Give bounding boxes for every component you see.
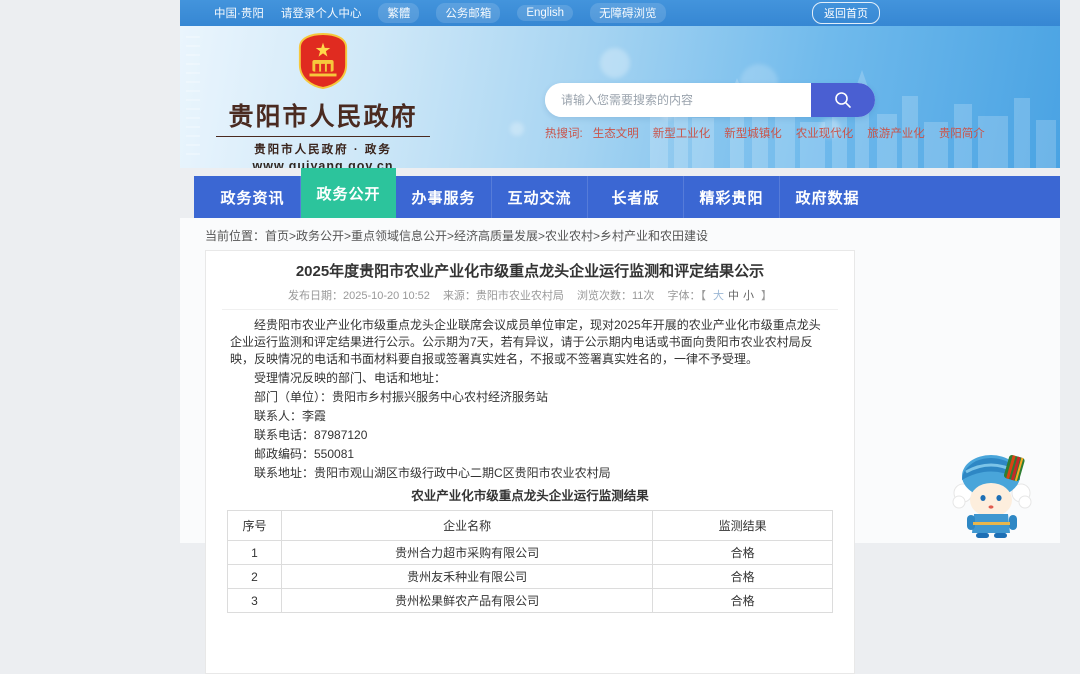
font-size-small-button[interactable]: 小 bbox=[743, 290, 754, 302]
article-body: 经贵阳市农业产业化市级重点龙头企业联席会议成员单位审定，现对2025年开展的农业… bbox=[206, 310, 854, 482]
results-table: 序号 企业名称 监测结果 1 贵州合力超市采购有限公司 合格 2 贵州友禾种业有… bbox=[227, 510, 833, 613]
contact-postcode: 邮政编码：550081 bbox=[254, 447, 355, 461]
contact-department: 部门（单位）：贵阳市乡村振兴服务中心农村经济服务站 bbox=[254, 390, 549, 404]
hot-words-label: 热搜词: bbox=[545, 128, 583, 140]
nav-tab-senior[interactable]: 长者版 bbox=[588, 176, 684, 218]
site-subtitle: 贵阳市人民政府 · 政务 bbox=[216, 136, 430, 157]
hot-word-link[interactable]: 贵阳简介 bbox=[939, 125, 985, 141]
hot-word-link[interactable]: 新型城镇化 bbox=[724, 125, 782, 141]
contact-address: 联系地址：贵阳市观山湖区市级行政中心二期C区贵阳市农业农村局 bbox=[254, 466, 611, 480]
article-paragraph: 受理情况反映的部门、电话和地址： bbox=[254, 371, 447, 385]
breadcrumb-label: 当前位置： bbox=[205, 229, 266, 243]
article-title: 2025年度贵阳市农业产业化市级重点龙头企业运行监测和评定结果公示 bbox=[295, 263, 765, 280]
hot-word-link[interactable]: 农业现代化 bbox=[796, 125, 854, 141]
results-table-title: 农业产业化市级重点龙头企业运行监测结果 bbox=[411, 489, 649, 503]
nav-tab-services[interactable]: 办事服务 bbox=[396, 176, 492, 218]
font-size-medium-button[interactable]: 中 bbox=[728, 290, 739, 302]
cell-result: 合格 bbox=[652, 588, 833, 613]
topbar-traditional-link[interactable]: 繁體 bbox=[378, 3, 420, 23]
main-nav: 政务资讯 政务公开 办事服务 互动交流 长者版 精彩贵阳 政府数据 bbox=[180, 168, 1060, 218]
cell-company: 贵州友禾种业有限公司 bbox=[280, 564, 654, 589]
search-icon bbox=[835, 92, 851, 108]
cell-result: 合格 bbox=[652, 564, 833, 589]
topbar-mailbox-link[interactable]: 公务邮箱 bbox=[436, 3, 501, 23]
search-box bbox=[545, 83, 875, 117]
site-logo[interactable]: 贵阳市人民政府 贵阳市人民政府 · 政务 www.guiyang.gov.cn bbox=[208, 32, 438, 168]
nav-tab-disclosure[interactable]: 政务公开 bbox=[301, 168, 396, 218]
site-url: www.guiyang.gov.cn bbox=[252, 159, 394, 168]
back-home-button[interactable]: 返回首页 bbox=[812, 2, 880, 24]
font-size-large-button[interactable]: 大 bbox=[713, 290, 724, 302]
table-row: 3 贵州松果鲜农产品有限公司 合格 bbox=[227, 588, 833, 613]
hot-word-link[interactable]: 新型工业化 bbox=[653, 125, 711, 141]
banner: 贵阳市人民政府 贵阳市人民政府 · 政务 www.guiyang.gov.cn … bbox=[180, 26, 1060, 168]
cell-no: 1 bbox=[227, 540, 282, 565]
header-company: 企业名称 bbox=[280, 510, 654, 541]
breadcrumb: 当前位置：首页>政务公开>重点领域信息公开>经济高质量发展>农业农村>乡村产业和… bbox=[180, 218, 1060, 250]
contact-person: 联系人：李霞 bbox=[254, 409, 327, 423]
nav-tab-news[interactable]: 政务资讯 bbox=[205, 176, 301, 218]
header-no: 序号 bbox=[227, 510, 282, 541]
font-size-label: 字体：【 bbox=[667, 290, 706, 302]
article-paragraph: 经贵阳市农业产业化市级重点龙头企业联席会议成员单位审定，现对2025年开展的农业… bbox=[230, 318, 821, 366]
table-row: 2 贵州友禾种业有限公司 合格 bbox=[227, 564, 833, 589]
site-title: 贵阳市人民政府 bbox=[228, 103, 418, 131]
site-page: 中国·贵阳 请登录个人中心 繁體 公务邮箱 English 无障碍浏览 返回首页 bbox=[180, 0, 1060, 674]
article-card: 2025年度贵阳市农业产业化市级重点龙头企业运行监测和评定结果公示 发布日期：2… bbox=[205, 250, 855, 674]
nav-tab-interaction[interactable]: 互动交流 bbox=[492, 176, 588, 218]
font-size-label-end: 】 bbox=[760, 290, 772, 302]
hot-word-link[interactable]: 旅游产业化 bbox=[867, 125, 925, 141]
contact-phone: 联系电话：87987120 bbox=[254, 428, 368, 442]
decor-bokeh bbox=[510, 122, 524, 136]
search-area: 热搜词: 生态文明 新型工业化 新型城镇化 农业现代化 旅游产业化 贵阳简介 bbox=[545, 83, 985, 141]
view-count: 浏览次数：11次 bbox=[577, 290, 655, 302]
article-meta: 发布日期：2025-10-20 10:52 来源：贵阳市农业农村局 浏览次数：1… bbox=[222, 287, 838, 310]
decor-lines bbox=[186, 36, 200, 156]
search-input[interactable] bbox=[545, 83, 811, 117]
article-source: 来源：贵阳市农业农村局 bbox=[442, 290, 564, 302]
cell-no: 2 bbox=[227, 564, 282, 589]
topbar: 中国·贵阳 请登录个人中心 繁體 公务邮箱 English 无障碍浏览 返回首页 bbox=[180, 0, 1060, 26]
hot-search-words: 热搜词: 生态文明 新型工业化 新型城镇化 农业现代化 旅游产业化 贵阳简介 bbox=[545, 125, 985, 141]
topbar-english-link[interactable]: English bbox=[517, 5, 574, 21]
cell-no: 3 bbox=[227, 588, 282, 613]
table-row: 1 贵州合力超市采购有限公司 合格 bbox=[227, 540, 833, 565]
publish-date: 发布日期：2025-10-20 10:52 bbox=[288, 290, 430, 302]
nav-tabs: 政务资讯 政务公开 办事服务 互动交流 长者版 精彩贵阳 政府数据 bbox=[205, 168, 875, 218]
topbar-accessibility-link[interactable]: 无障碍浏览 bbox=[590, 3, 666, 23]
cell-result: 合格 bbox=[652, 540, 833, 565]
topbar-inner: 中国·贵阳 请登录个人中心 繁體 公务邮箱 English 无障碍浏览 返回首页 bbox=[180, 2, 880, 24]
search-button[interactable] bbox=[811, 83, 875, 117]
table-header-row: 序号 企业名称 监测结果 bbox=[227, 510, 833, 541]
hot-word-link[interactable]: 生态文明 bbox=[593, 125, 639, 141]
cell-company: 贵州合力超市采购有限公司 bbox=[280, 540, 654, 565]
breadcrumb-trail[interactable]: 首页>政务公开>重点领域信息公开>经济高质量发展>农业农村>乡村产业和农田建设 bbox=[265, 229, 708, 243]
content-area: 当前位置：首页>政务公开>重点领域信息公开>经济高质量发展>农业农村>乡村产业和… bbox=[180, 218, 1060, 674]
mascot-icon bbox=[952, 455, 1032, 538]
nav-tab-highlights[interactable]: 精彩贵阳 bbox=[684, 176, 780, 218]
mascot[interactable] bbox=[946, 443, 1038, 539]
decor-bokeh bbox=[600, 48, 630, 78]
topbar-login-link[interactable]: 请登录个人中心 bbox=[281, 5, 362, 21]
topbar-region-link[interactable]: 中国·贵阳 bbox=[214, 5, 264, 21]
national-emblem-icon bbox=[298, 33, 348, 89]
nav-tab-data[interactable]: 政府数据 bbox=[780, 176, 875, 218]
header-result: 监测结果 bbox=[652, 510, 833, 541]
cell-company: 贵州松果鲜农产品有限公司 bbox=[280, 588, 654, 613]
